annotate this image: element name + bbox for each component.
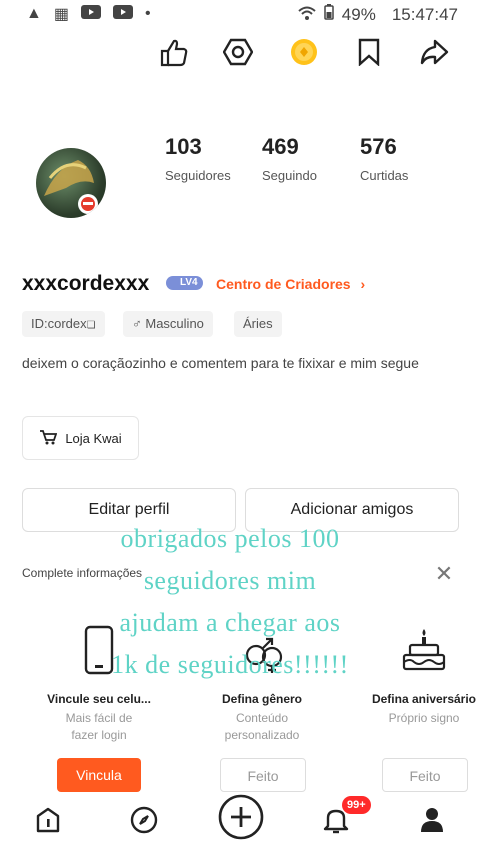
creator-center-link[interactable]: Centro de Criadores › — [216, 276, 365, 292]
link-phone-subtitle-2: fazer login — [71, 728, 127, 742]
system-status: 49% 15:47:47 — [298, 4, 458, 25]
set-gender-subtitle-2: personalizado — [224, 728, 300, 742]
set-birthday-subtitle-1: Próprio signo — [388, 711, 460, 725]
create-post-icon[interactable] — [218, 794, 264, 840]
overlay-line-1: obrigados pelos 100 — [120, 524, 340, 553]
warning-icon: ▲ — [26, 5, 42, 22]
link-phone-subtitle-1: Mais fácil de — [65, 711, 133, 725]
following-label: Seguindo — [262, 168, 317, 183]
level-label: LV4 — [180, 277, 198, 288]
edit-profile-label: Editar perfil — [88, 501, 170, 518]
likes-label: Curtidas — [360, 168, 409, 183]
like-icon[interactable] — [154, 32, 194, 72]
app-notification-icon: ▦ — [53, 6, 69, 23]
set-birthday-title: Defina aniversário — [371, 692, 477, 706]
overlay-line-2: seguidores mim — [143, 566, 317, 595]
gender-label: Masculino — [145, 316, 204, 331]
status-bar: ▲ ▦ • 49% 15:47:47 — [0, 0, 480, 28]
followers-stat[interactable]: 103 Seguidores — [165, 134, 231, 183]
male-icon: ♂ — [132, 316, 142, 331]
gender-chip: ♂ Masculino — [123, 311, 213, 337]
set-gender-done-button[interactable]: Feito — [220, 758, 306, 792]
set-birthday-done-button[interactable]: Feito — [382, 758, 468, 792]
notification-badge: 99+ — [342, 796, 371, 814]
overlay-caption: obrigados pelos 100 seguidores mim ajuda… — [40, 518, 420, 686]
link-phone-button-label: Vincula — [76, 767, 122, 783]
username: xxxcordexxx — [22, 272, 150, 295]
close-icon[interactable]: ✕ — [432, 562, 456, 586]
user-id-chip[interactable]: ID:cordex❏ — [22, 311, 105, 337]
profile-bio: deixem o coraçãozinho e comentem para te… — [22, 355, 419, 371]
battery-icon — [324, 4, 334, 25]
discover-icon[interactable] — [124, 800, 164, 840]
set-birthday-done-label: Feito — [409, 768, 441, 784]
battery-percent: 49% — [341, 4, 376, 24]
kwai-shop-label: Loja Kwai — [65, 430, 122, 446]
set-gender-subtitle-1: Conteúdo — [235, 711, 289, 725]
wifi-icon — [298, 5, 316, 25]
zodiac-label: Áries — [243, 316, 273, 331]
link-phone-title: Vincule seu celu... — [47, 692, 151, 706]
chevron-right-icon: › — [360, 276, 366, 292]
bookmark-icon[interactable] — [349, 32, 389, 72]
overlay-line-4: 1k de seguidores!!!!!! — [111, 650, 349, 679]
followers-label: Seguidores — [165, 168, 231, 183]
set-gender-title: Defina gênero — [221, 692, 302, 706]
likes-stat[interactable]: 576 Curtidas — [360, 134, 408, 183]
following-stat[interactable]: 469 Seguindo — [262, 134, 317, 183]
user-id-label: ID:cordex — [31, 316, 87, 331]
cart-icon — [39, 429, 58, 448]
level-badge: LV4 — [166, 276, 203, 290]
copy-icon: ❏ — [86, 320, 96, 331]
home-icon[interactable] — [28, 800, 68, 840]
avatar[interactable] — [36, 148, 106, 218]
coin-icon[interactable] — [284, 32, 324, 72]
settings-icon[interactable] — [218, 32, 258, 72]
notification-icons: ▲ ▦ • — [26, 4, 151, 24]
followers-count: 103 — [165, 134, 202, 159]
bottom-navigation — [0, 792, 480, 848]
youtube-icon — [112, 4, 133, 24]
creator-center-label: Centro de Criadores — [216, 276, 351, 292]
youtube-icon — [80, 4, 101, 24]
profile-icon[interactable] — [412, 800, 452, 840]
profile-toolbar — [0, 32, 480, 72]
kwai-shop-button[interactable]: Loja Kwai — [22, 416, 139, 460]
following-count: 469 — [262, 134, 299, 159]
zodiac-chip: Áries — [234, 311, 282, 337]
overlay-line-3: ajudam a chegar aos — [119, 608, 341, 637]
add-friends-label: Adicionar amigos — [290, 501, 414, 518]
link-phone-button[interactable]: Vincula — [57, 758, 141, 792]
clock: 15:47:47 — [391, 4, 458, 24]
set-gender-done-label: Feito — [247, 768, 279, 784]
share-icon[interactable] — [414, 32, 454, 72]
likes-count: 576 — [360, 134, 397, 159]
dot-icon: • — [144, 5, 151, 22]
